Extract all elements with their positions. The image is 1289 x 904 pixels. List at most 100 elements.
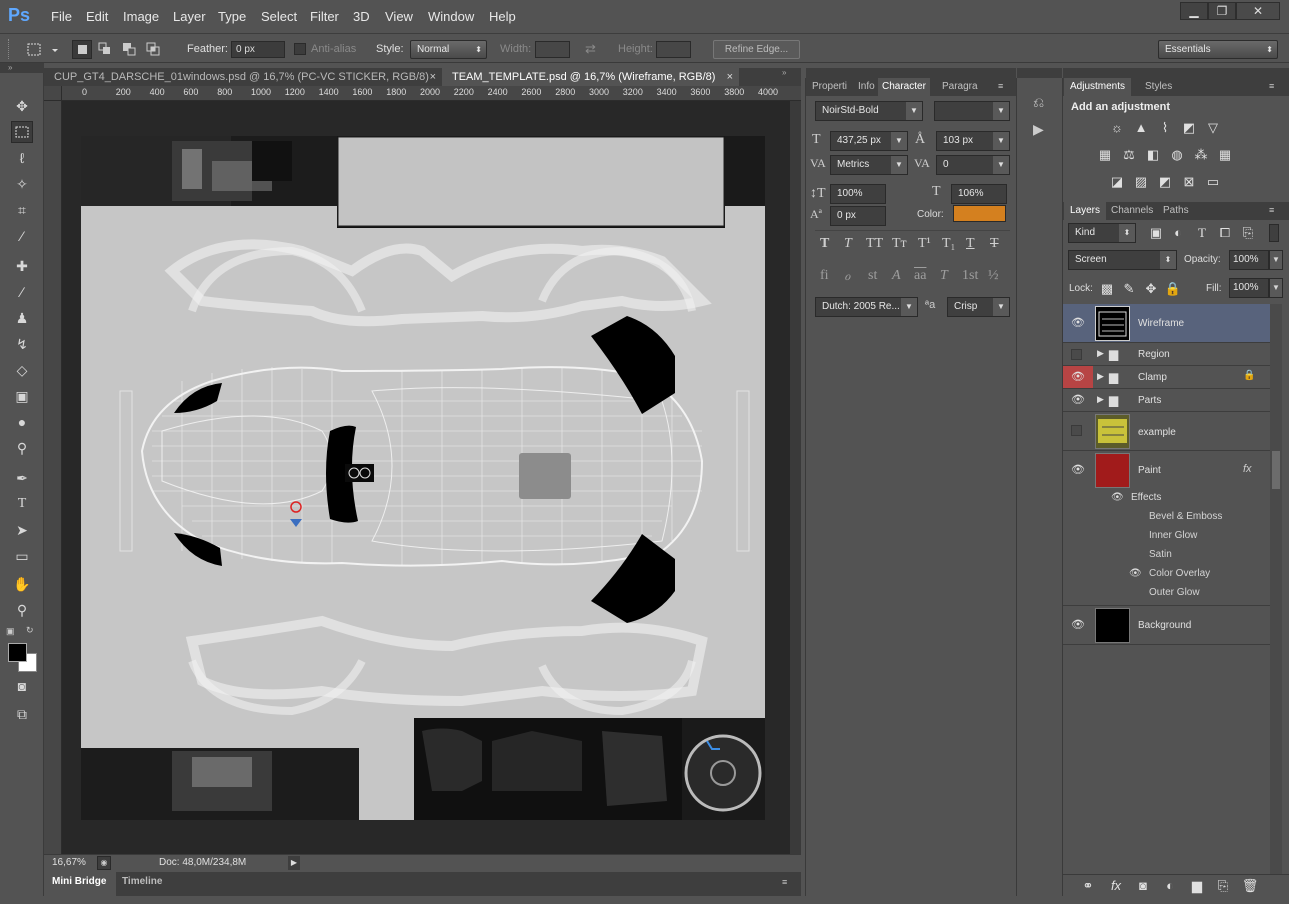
status-info-icon[interactable]: ◉	[97, 856, 111, 870]
lock-position-icon[interactable]: ✥	[1142, 281, 1160, 297]
levels-icon[interactable]: ▲	[1132, 120, 1150, 136]
menu-type[interactable]: Type	[218, 9, 246, 24]
layer-row-parts[interactable]: 👁 ▶ ▆ Parts	[1063, 389, 1270, 412]
visibility-eye-icon[interactable]: 👁	[1129, 568, 1142, 579]
style-select[interactable]: Normal ⬍	[410, 40, 487, 59]
layer-name[interactable]: Clamp	[1138, 372, 1167, 383]
visibility-eye-icon[interactable]: 👁	[1069, 304, 1087, 342]
expand-arrow-icon[interactable]: ▶	[1097, 348, 1104, 359]
layer-row-example[interactable]: example	[1063, 412, 1270, 451]
fill-input[interactable]: 100%	[1229, 278, 1269, 298]
path-selection-tool-icon[interactable]: ➤	[11, 519, 33, 541]
clone-stamp-tool-icon[interactable]: ♟	[11, 307, 33, 329]
kerning-select[interactable]: Metrics ▼	[830, 155, 908, 175]
tab-adjustments[interactable]: Adjustments	[1064, 78, 1132, 96]
workspace-select[interactable]: Essentials ⬍	[1158, 40, 1278, 59]
width-input[interactable]	[535, 41, 570, 58]
hue-saturation-icon[interactable]: ▦	[1096, 147, 1114, 163]
layer-name[interactable]: Paint	[1138, 465, 1161, 476]
font-style-select[interactable]: ▼	[934, 101, 1010, 121]
threshold-icon[interactable]: ◩	[1156, 174, 1174, 190]
gradient-tool-icon[interactable]: ▣	[11, 385, 33, 407]
tab-timeline[interactable]: Timeline	[122, 876, 162, 887]
vertical-scale-input[interactable]: 100%	[830, 184, 886, 204]
faux-bold-button[interactable]: T	[820, 236, 829, 252]
layer-row-background[interactable]: 👁 Background	[1063, 606, 1270, 645]
screen-mode-icon[interactable]: ⧉	[11, 703, 33, 725]
tab-properties[interactable]: Properti	[808, 78, 851, 96]
restore-button[interactable]: ❐	[1208, 2, 1236, 20]
canvas-area[interactable]	[62, 101, 801, 854]
subscript-button[interactable]: T₁	[942, 236, 955, 252]
fx-icon[interactable]: fx	[1243, 463, 1252, 475]
menu-select[interactable]: Select	[261, 9, 297, 24]
vertical-ruler[interactable]	[44, 101, 62, 854]
layer-name[interactable]: Wireframe	[1138, 318, 1184, 329]
filter-shape-icon[interactable]: ⧠	[1216, 225, 1234, 241]
layer-row-wireframe[interactable]: 👁 Wireframe	[1063, 304, 1270, 343]
antialias-checkbox[interactable]	[294, 43, 306, 55]
old-style-button[interactable]: ℴ	[844, 268, 850, 285]
effects-header[interactable]: 👁 Effects	[1111, 492, 1161, 503]
new-selection-button[interactable]	[72, 40, 92, 59]
stylistic-alternates-button[interactable]: aa	[914, 268, 926, 284]
menu-file[interactable]: File	[51, 9, 72, 24]
add-selection-button[interactable]	[96, 40, 116, 59]
expand-arrow-icon[interactable]: ▶	[1097, 371, 1104, 382]
rectangle-tool-icon[interactable]: ▭	[11, 545, 33, 567]
filter-pixel-icon[interactable]: ▣	[1147, 225, 1165, 241]
brightness-contrast-icon[interactable]: ☼	[1108, 120, 1126, 136]
gradient-map-icon[interactable]: ▭	[1204, 174, 1222, 190]
new-adjustment-layer-icon[interactable]: ◐	[1161, 878, 1179, 894]
antialias-select[interactable]: Crisp ▼	[947, 297, 1010, 317]
close-window-button[interactable]: ✕	[1236, 2, 1280, 20]
blend-mode-select[interactable]: Screen ⬍	[1068, 250, 1177, 270]
posterize-icon[interactable]: ▨	[1132, 174, 1150, 190]
menu-edit[interactable]: Edit	[86, 9, 108, 24]
underline-button[interactable]: T	[966, 236, 975, 252]
menu-3d[interactable]: 3D	[353, 9, 370, 24]
doc-tab-cup-gt4[interactable]: CUP_GT4_DARSCHE_01windows.psd @ 16,7% (P…	[44, 68, 442, 86]
actions-panel-icon[interactable]: ▶	[1033, 121, 1044, 138]
language-select[interactable]: Dutch: 2005 Re... ▼	[815, 297, 918, 317]
swash-button[interactable]: A	[892, 268, 901, 284]
default-colors-icon[interactable]: ▣	[6, 626, 15, 637]
effect-bevel-emboss[interactable]: Bevel & Emboss	[1149, 511, 1222, 522]
baseline-shift-input[interactable]: 0 px	[830, 206, 886, 226]
filter-adjustment-icon[interactable]: ◐	[1169, 225, 1187, 241]
tab-styles[interactable]: Styles	[1141, 78, 1176, 96]
type-tool-icon[interactable]: T	[11, 493, 33, 515]
fractions-button[interactable]: ½	[988, 268, 999, 284]
layers-scrollbar[interactable]	[1270, 304, 1282, 874]
tab-layers[interactable]: Layers	[1064, 202, 1107, 220]
small-caps-button[interactable]: Tт	[892, 236, 907, 252]
effect-satin[interactable]: Satin	[1149, 549, 1172, 560]
new-layer-icon[interactable]: ⎘	[1214, 878, 1232, 894]
effect-outer-glow[interactable]: Outer Glow	[1149, 587, 1200, 598]
close-tab-icon[interactable]: ×	[430, 68, 436, 86]
layer-row-paint[interactable]: 👁 Paint fx	[1063, 451, 1270, 490]
history-brush-tool-icon[interactable]: ↯	[11, 333, 33, 355]
add-mask-icon[interactable]: ◙	[1134, 878, 1152, 894]
strikethrough-button[interactable]: T	[990, 236, 999, 252]
zoom-readout[interactable]: 16,67%	[52, 857, 86, 868]
swap-dimensions-icon[interactable]: ⇄	[585, 41, 596, 57]
layer-name[interactable]: example	[1138, 427, 1176, 438]
ordinals-button[interactable]: 1st	[962, 268, 978, 284]
layer-row-region[interactable]: ▶ ▆ Region	[1063, 343, 1270, 366]
canvas-scrollbar[interactable]	[790, 101, 801, 854]
foreground-color-swatch[interactable]	[8, 643, 27, 662]
swap-colors-icon[interactable]: ↻	[26, 625, 34, 636]
feather-input[interactable]: 0 px	[231, 41, 285, 58]
all-caps-button[interactable]: TT	[866, 236, 883, 252]
close-tab-icon[interactable]: ×	[727, 68, 733, 86]
add-style-icon[interactable]: fx	[1107, 878, 1125, 894]
delete-layer-icon[interactable]: 🗑	[1241, 878, 1259, 894]
menu-filter[interactable]: Filter	[310, 9, 339, 24]
lasso-tool-icon[interactable]: ℓ	[11, 147, 33, 169]
ligatures-button[interactable]: fi	[820, 268, 829, 284]
filter-smart-object-icon[interactable]: ⎘	[1239, 225, 1257, 241]
visibility-eye-icon[interactable]: 👁	[1069, 451, 1087, 490]
channel-mixer-icon[interactable]: ⁂	[1192, 147, 1210, 163]
status-arrow-icon[interactable]: ▶	[288, 856, 300, 870]
